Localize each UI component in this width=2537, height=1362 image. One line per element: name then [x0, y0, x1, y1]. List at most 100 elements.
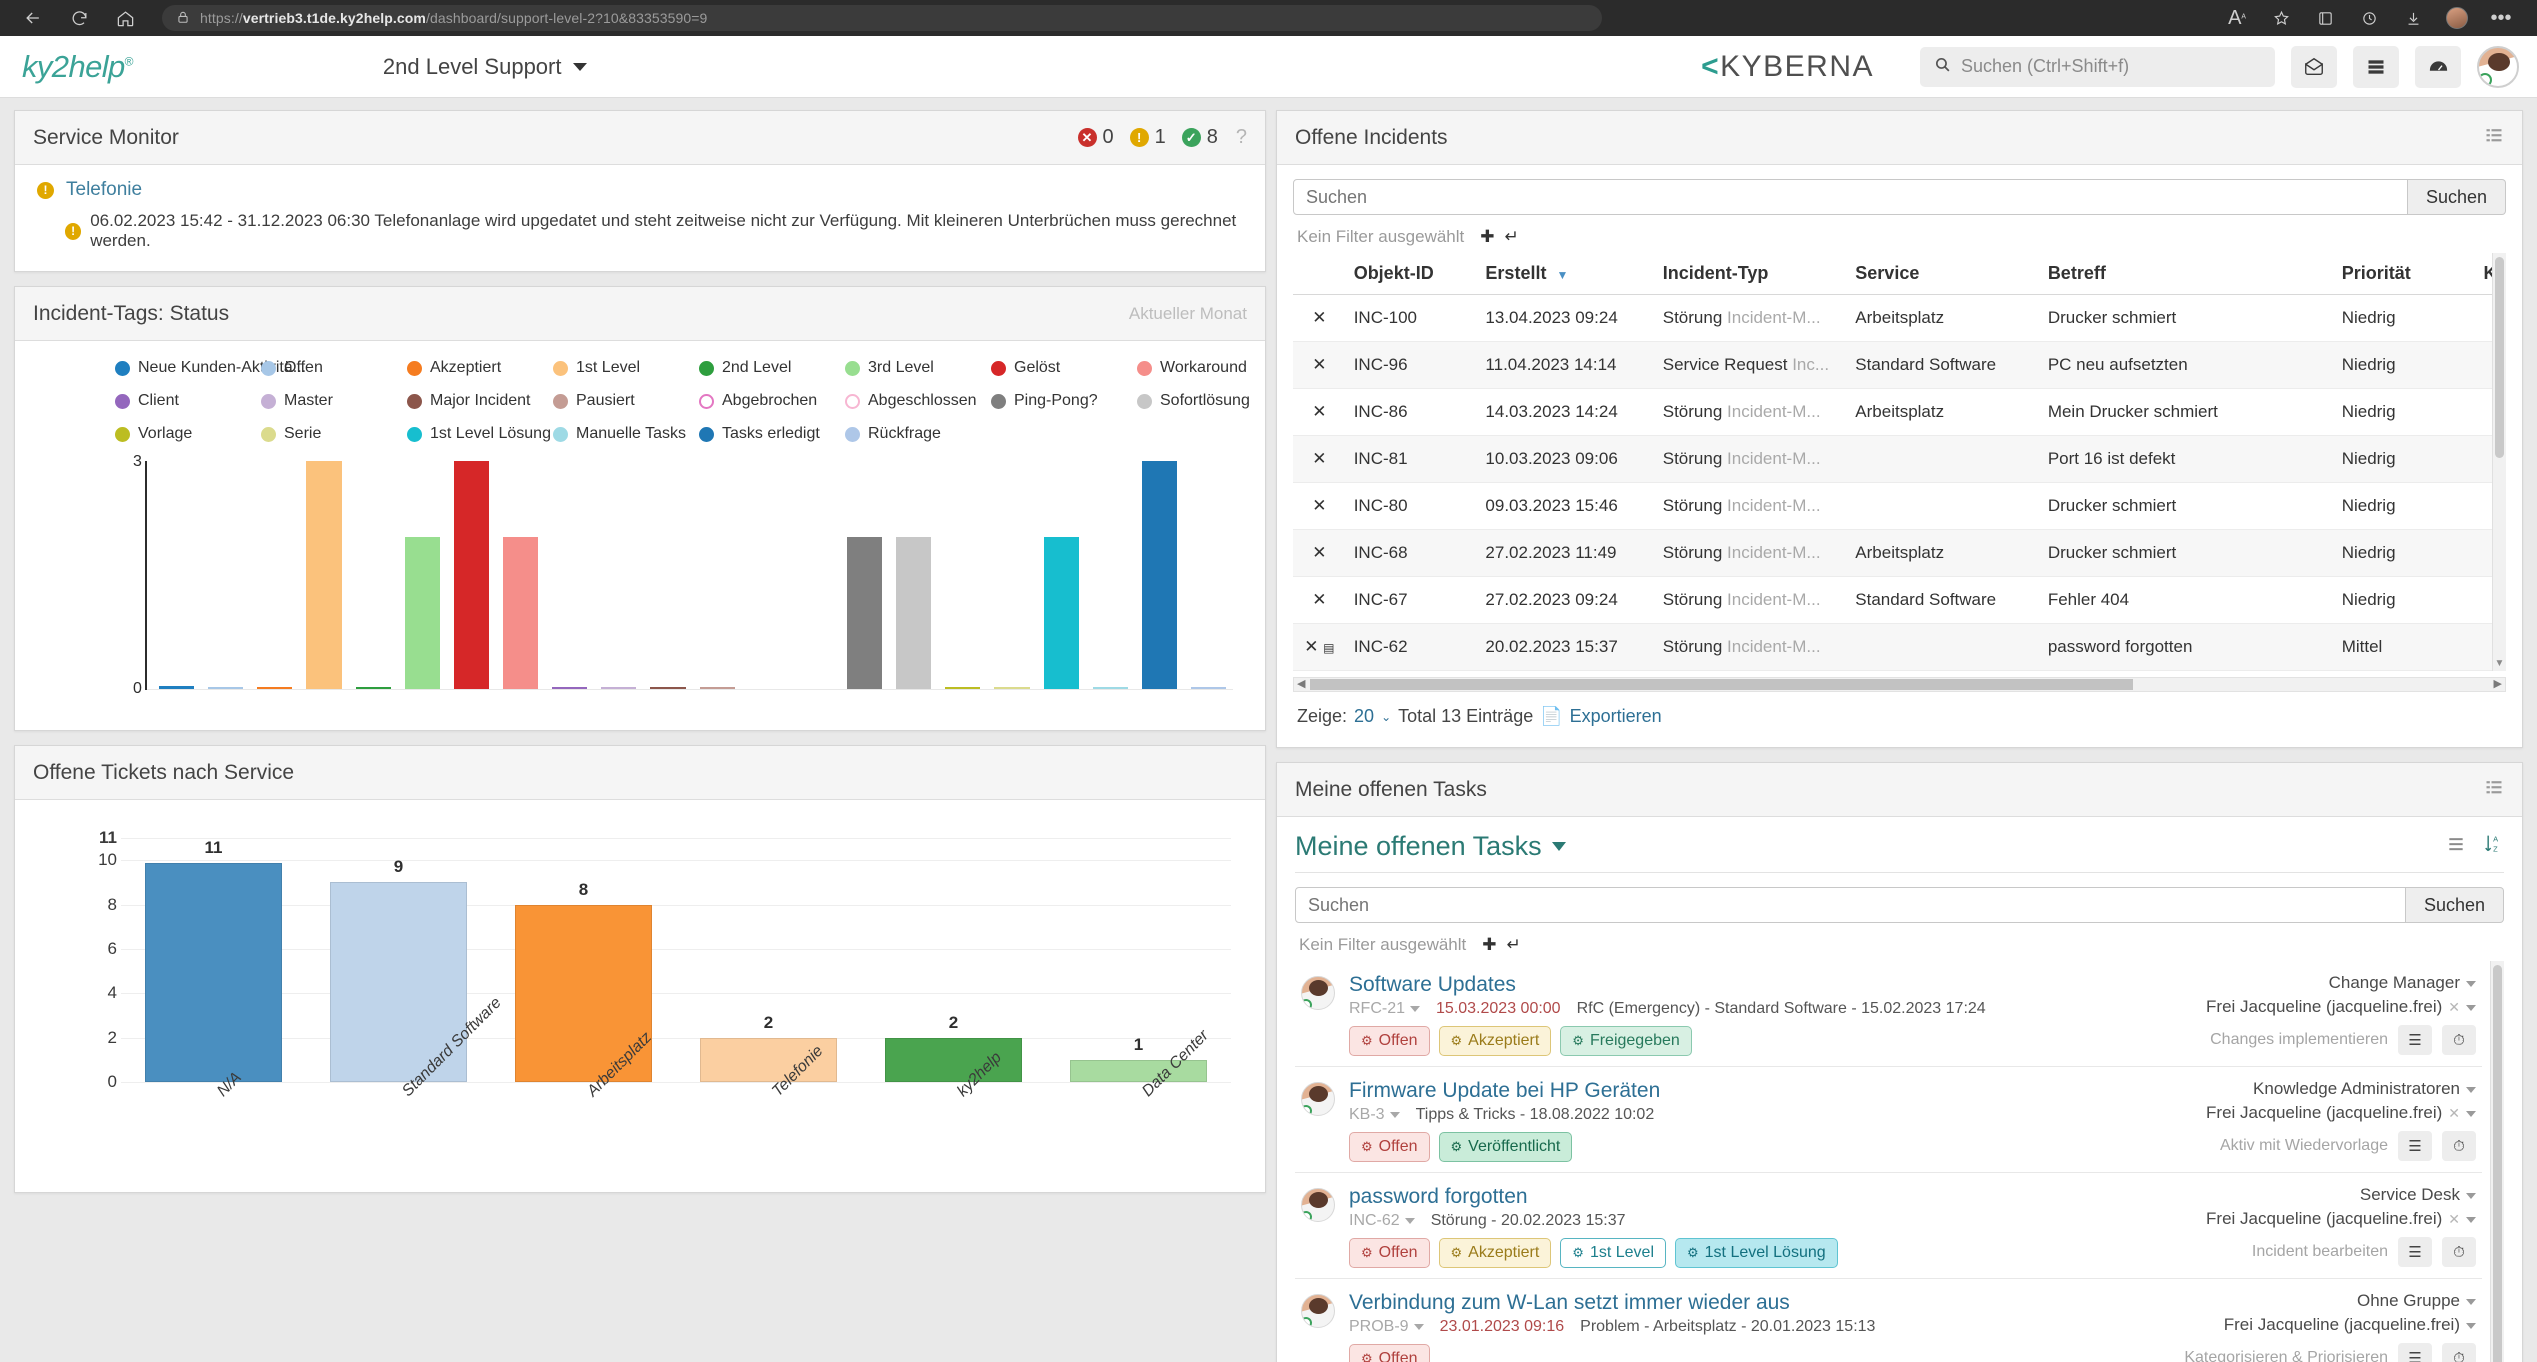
- list-item[interactable]: password forgotten INC-62 Störung - 20.02.…: [1295, 1173, 2482, 1279]
- legend-item[interactable]: Ping-Pong?: [991, 392, 1137, 410]
- tasks-vertical-scrollbar[interactable]: ▲: [2490, 961, 2504, 1362]
- font-size-icon[interactable]: Aᴬ: [2217, 3, 2257, 33]
- page-size-value[interactable]: 20: [1354, 706, 1374, 727]
- chart-bar[interactable]: [699, 687, 735, 689]
- collections-icon[interactable]: [2305, 3, 2345, 33]
- chart-bar[interactable]: [159, 685, 195, 689]
- legend-item[interactable]: Tasks erledigt: [699, 425, 845, 443]
- cell-subject[interactable]: Drucker schmiert: [2039, 482, 2334, 530]
- status-badge[interactable]: ⚙ Akzeptiert: [1438, 1238, 1552, 1268]
- legend-item[interactable]: Offen: [261, 359, 407, 377]
- legend-item[interactable]: 1st Level: [553, 359, 699, 377]
- history-icon[interactable]: [2349, 3, 2389, 33]
- chart-bar[interactable]: [896, 537, 932, 689]
- chart-bar[interactable]: [601, 687, 637, 689]
- status-badge[interactable]: ⚙ Offen: [1349, 1238, 1430, 1268]
- export-link[interactable]: Exportieren: [1570, 706, 1662, 727]
- cell-object-id[interactable]: INC-62: [1345, 623, 1478, 671]
- scroll-thumb[interactable]: [1310, 679, 2134, 690]
- reset-filter-icon[interactable]: ↵: [1507, 935, 1521, 955]
- row-close-icon[interactable]: ✕: [1293, 341, 1346, 389]
- task-id[interactable]: KB-3: [1349, 1106, 1400, 1124]
- scroll-thumb[interactable]: [2493, 965, 2502, 1362]
- row-close-icon[interactable]: ✕ ▤: [1293, 623, 1346, 671]
- chart-bar[interactable]: [145, 863, 282, 1082]
- home-icon[interactable]: [102, 3, 148, 33]
- legend-item[interactable]: Workaround: [1137, 359, 1283, 377]
- task-group[interactable]: Ohne Gruppe: [2146, 1291, 2476, 1311]
- table-row[interactable]: ✕ INC-81 10.03.2023 09:06 Störung Incident-…: [1293, 435, 2506, 483]
- legend-item[interactable]: Sofortlösung: [1137, 392, 1283, 410]
- chart-bar[interactable]: [1043, 537, 1079, 689]
- column-header-betreff[interactable]: Betreff: [2039, 253, 2334, 295]
- table-row[interactable]: ✕ INC-86 14.03.2023 14:24 Störung Incident-…: [1293, 388, 2506, 436]
- task-time-icon[interactable]: ⏱: [2442, 1237, 2476, 1267]
- dashboard-icon[interactable]: [2415, 45, 2461, 88]
- list-icon[interactable]: [2353, 45, 2399, 88]
- cell-service[interactable]: Standard Software: [1847, 576, 2040, 624]
- table-row[interactable]: ✕ INC-80 09.03.2023 15:46 Störung Incident-…: [1293, 482, 2506, 530]
- row-close-icon[interactable]: ✕: [1293, 294, 1346, 342]
- task-menu-icon[interactable]: ☰: [2398, 1025, 2432, 1055]
- app-logo[interactable]: ky2help®: [22, 49, 134, 85]
- task-group[interactable]: Knowledge Administratoren: [2146, 1079, 2476, 1099]
- scroll-left-icon[interactable]: ◀: [1297, 678, 1305, 691]
- cell-service[interactable]: Arbeitsplatz: [1847, 294, 2040, 342]
- status-badge[interactable]: ⚙ Offen: [1349, 1344, 1430, 1362]
- legend-item[interactable]: Serie: [261, 425, 407, 443]
- status-badge[interactable]: ⚙ 1st Level Lösung: [1675, 1238, 1838, 1268]
- task-title[interactable]: Firmware Update bei HP Geräten: [1349, 1079, 2132, 1103]
- task-assignee[interactable]: Frei Jacqueline (jacqueline.frei) ✕: [2146, 997, 2476, 1017]
- legend-item[interactable]: Rückfrage: [845, 425, 991, 443]
- list-item[interactable]: Firmware Update bei HP Geräten KB-3 Tipps …: [1295, 1067, 2482, 1173]
- cell-subject[interactable]: Port 16 ist defekt: [2039, 435, 2334, 483]
- back-icon[interactable]: [10, 3, 56, 33]
- task-menu-icon[interactable]: ☰: [2398, 1343, 2432, 1362]
- task-time-icon[interactable]: ⏱: [2442, 1131, 2476, 1161]
- table-row[interactable]: ✕ INC-100 13.04.2023 09:24 Störung Incident…: [1293, 294, 2506, 342]
- task-assignee[interactable]: Frei Jacqueline (jacqueline.frei): [2146, 1315, 2476, 1335]
- task-title[interactable]: Verbindung zum W-Lan setzt immer wieder …: [1349, 1291, 2132, 1315]
- sort-desc-icon[interactable]: ▼: [1556, 268, 1568, 282]
- cell-object-id[interactable]: INC-68: [1345, 529, 1478, 577]
- tasks-search-button[interactable]: Suchen: [2405, 887, 2504, 923]
- downloads-icon[interactable]: [2393, 3, 2433, 33]
- legend-item[interactable]: 3rd Level: [845, 359, 991, 377]
- chart-bar[interactable]: [257, 686, 293, 689]
- unassign-icon[interactable]: ✕: [2448, 1211, 2460, 1227]
- cell-subject[interactable]: Mein Drucker schmiert: [2039, 388, 2334, 436]
- help-icon[interactable]: ?: [1236, 126, 1247, 149]
- chart-bar[interactable]: [502, 537, 539, 689]
- task-id[interactable]: RFC-21: [1349, 1000, 1421, 1018]
- global-search[interactable]: Suchen (Ctrl+Shift+f): [1920, 46, 2275, 87]
- legend-item[interactable]: Neue Kunden-Aktivitä...: [115, 359, 306, 377]
- dashboard-selector[interactable]: 2nd Level Support: [383, 54, 588, 80]
- cell-object-id[interactable]: INC-80: [1345, 482, 1478, 530]
- tasks-search-input[interactable]: [1295, 887, 2406, 923]
- task-assignee[interactable]: Frei Jacqueline (jacqueline.frei) ✕: [2146, 1103, 2476, 1123]
- tasks-sort-icon[interactable]: AZ: [2484, 833, 2504, 861]
- table-row[interactable]: ✕ INC-96 11.04.2023 14:14 Service Request I…: [1293, 341, 2506, 389]
- cell-service[interactable]: [1847, 623, 2040, 671]
- chart-bar[interactable]: [552, 687, 588, 689]
- legend-item[interactable]: Akzeptiert: [407, 359, 553, 377]
- scroll-right-icon[interactable]: ▶: [2494, 678, 2502, 691]
- chart-bar[interactable]: [306, 461, 342, 689]
- list-item[interactable]: Software Updates RFC-21 15.03.2023 00:00 Rf…: [1295, 961, 2482, 1067]
- favorite-icon[interactable]: [2261, 3, 2301, 33]
- incidents-search-button[interactable]: Suchen: [2407, 179, 2506, 215]
- add-filter-icon[interactable]: ✚: [1480, 227, 1494, 247]
- more-icon[interactable]: •••: [2481, 3, 2521, 33]
- column-header-objekt-id[interactable]: Objekt-ID: [1345, 253, 1478, 295]
- column-header-incident-typ[interactable]: Incident-Typ: [1654, 253, 1848, 295]
- service-monitor-entry-title[interactable]: Telefonie: [66, 179, 142, 201]
- cell-service[interactable]: [1847, 482, 2040, 530]
- legend-item[interactable]: Vorlage: [115, 425, 261, 443]
- legend-item[interactable]: Abgeschlossen: [845, 392, 991, 410]
- page-size-chevron-icon[interactable]: ⌄: [1381, 710, 1391, 724]
- row-close-icon[interactable]: ✕: [1293, 529, 1346, 577]
- row-close-icon[interactable]: ✕: [1293, 388, 1346, 436]
- tasks-view-icon[interactable]: [2446, 834, 2466, 860]
- task-time-icon[interactable]: ⏱: [2442, 1025, 2476, 1055]
- chart-bar[interactable]: [1141, 461, 1177, 689]
